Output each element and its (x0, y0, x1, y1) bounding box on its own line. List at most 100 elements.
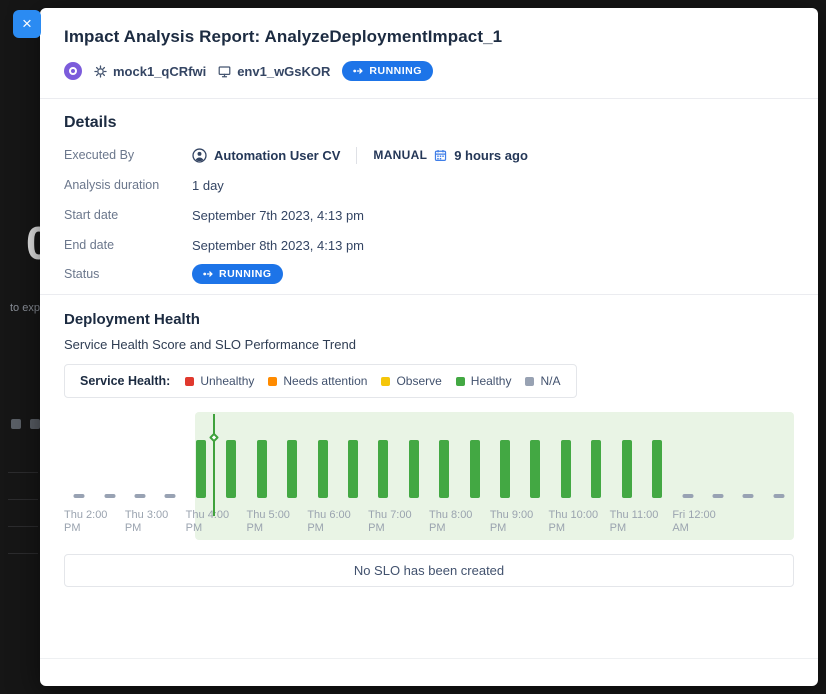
health-score-bar-healthy[interactable] (287, 440, 297, 498)
detail-row-end-date: End date September 8th 2023, 4:13 pm (64, 230, 794, 260)
health-score-bar-healthy[interactable] (257, 440, 267, 498)
detail-value: 1 day (192, 178, 224, 193)
legend-item: Healthy (456, 374, 512, 388)
legend-color-swatch (185, 377, 194, 386)
status-badge-label: RUNNING (219, 268, 272, 280)
legend-items: Unhealthy Needs attention Observe Healthy N/… (185, 374, 560, 388)
health-score-bar-healthy[interactable] (622, 440, 632, 498)
legend-color-swatch (381, 377, 390, 386)
running-status-icon (353, 67, 364, 75)
health-score-bar-healthy[interactable] (378, 440, 388, 498)
status-badge-label: RUNNING (369, 65, 422, 77)
x-tick-label: Thu 11:00 PM (610, 509, 659, 535)
detail-label: Status (64, 267, 192, 281)
legend-title: Service Health: (80, 374, 170, 388)
health-score-bar-healthy[interactable] (500, 440, 510, 498)
health-chart: Thu 2:00 PM Thu 3:00 PM Thu 4:00 PM Thu 5:0… (64, 412, 794, 540)
health-score-bar-healthy[interactable] (591, 440, 601, 498)
detail-row-status: Status RUNNING (64, 260, 794, 294)
detail-value: RUNNING (192, 264, 283, 284)
close-icon: × (22, 14, 32, 33)
health-score-bar-healthy[interactable] (318, 440, 328, 498)
health-score-bar-na[interactable] (682, 494, 693, 498)
x-tick-label: Fri 12:00 AM (672, 509, 715, 535)
modal-footer (40, 658, 818, 686)
detail-value: September 8th 2023, 4:13 pm (192, 238, 364, 253)
calendar-icon (434, 149, 447, 162)
modal-header: Impact Analysis Report: AnalyzeDeploymen… (40, 8, 818, 98)
legend-color-swatch (456, 377, 465, 386)
health-score-bar-na[interactable] (74, 494, 85, 498)
legend-item: Observe (381, 374, 441, 388)
health-score-bar-healthy[interactable] (652, 440, 662, 498)
legend-label: Observe (396, 374, 441, 388)
vertical-divider (356, 147, 357, 164)
details-section: Details Executed By Automation User CV M… (40, 99, 818, 294)
legend-item: Needs attention (268, 374, 367, 388)
health-score-bar-na[interactable] (743, 494, 754, 498)
environment-label: env1_wGsKOR (237, 64, 330, 79)
impact-analysis-modal: Impact Analysis Report: AnalyzeDeploymen… (40, 8, 818, 686)
report-avatar-icon (64, 62, 82, 80)
status-badge: RUNNING (192, 264, 283, 284)
report-meta-row: mock1_qCRfwi env1_wGsKOR RUNNING (64, 61, 794, 98)
health-score-bar-na[interactable] (773, 494, 784, 498)
health-score-bar-healthy[interactable] (196, 440, 206, 498)
environment-name: env1_wGsKOR (218, 64, 330, 79)
detail-label: Start date (64, 208, 192, 222)
legend-color-swatch (525, 377, 534, 386)
health-score-bar-healthy[interactable] (470, 440, 480, 498)
deployment-marker-line[interactable] (213, 414, 215, 516)
monitored-service-name: mock1_qCRfwi (94, 64, 206, 79)
health-score-bar-healthy[interactable] (561, 440, 571, 498)
detail-label: Analysis duration (64, 178, 192, 192)
background-partial-text: to exp (10, 302, 40, 314)
executed-by-user: Automation User CV (214, 148, 340, 163)
x-tick-label: Thu 3:00 PM (125, 509, 168, 535)
health-score-bar-healthy[interactable] (530, 440, 540, 498)
legend-label: Healthy (471, 374, 512, 388)
chart-subtitle: Service Health Score and SLO Performance… (64, 337, 794, 352)
background-table-rows (8, 446, 38, 554)
deployment-health-heading: Deployment Health (64, 311, 794, 328)
legend-label: N/A (540, 374, 560, 388)
health-score-bar-na[interactable] (712, 494, 723, 498)
legend-label: Needs attention (283, 374, 367, 388)
legend-color-swatch (268, 377, 277, 386)
legend-label: Unhealthy (200, 374, 254, 388)
x-tick-label: Thu 8:00 PM (429, 509, 472, 535)
detail-row-analysis-duration: Analysis duration 1 day (64, 170, 794, 200)
deployment-health-section: Deployment Health Service Health Score a… (40, 295, 818, 398)
x-tick-label: Thu 2:00 PM (64, 509, 107, 535)
status-badge: RUNNING (342, 61, 433, 81)
user-icon (192, 148, 207, 163)
service-health-legend: Service Health: Unhealthy Needs attention… (64, 364, 577, 398)
x-tick-label: Thu 6:00 PM (307, 509, 350, 535)
modal-title: Impact Analysis Report: AnalyzeDeploymen… (64, 27, 794, 47)
legend-item: Unhealthy (185, 374, 254, 388)
detail-value: Automation User CV MANUAL 9 hours ago (192, 147, 528, 164)
gear-icon (94, 65, 107, 78)
health-score-bar-healthy[interactable] (409, 440, 419, 498)
x-tick-label: Thu 4:00 PM (186, 509, 229, 535)
detail-row-executed-by: Executed By Automation User CV MANUAL 9 … (64, 140, 794, 170)
slo-empty-state: No SLO has been created (64, 554, 794, 587)
legend-item: N/A (525, 374, 560, 388)
x-tick-label: Thu 10:00 PM (549, 509, 599, 535)
environment-icon (218, 65, 231, 78)
health-score-bar-na[interactable] (135, 494, 146, 498)
x-tick-label: Thu 7:00 PM (368, 509, 411, 535)
detail-value: September 7th 2023, 4:13 pm (192, 208, 364, 223)
details-heading: Details (64, 114, 794, 132)
health-score-bar-na[interactable] (104, 494, 115, 498)
executed-time-ago: 9 hours ago (454, 148, 528, 163)
x-tick-label: Thu 5:00 PM (247, 509, 290, 535)
running-status-icon (203, 270, 214, 278)
health-score-bar-na[interactable] (165, 494, 176, 498)
health-score-bar-healthy[interactable] (348, 440, 358, 498)
health-score-bar-healthy[interactable] (439, 440, 449, 498)
health-score-bar-healthy[interactable] (226, 440, 236, 498)
close-button[interactable]: × (13, 10, 41, 38)
detail-label: Executed By (64, 148, 192, 162)
trigger-type: MANUAL (373, 148, 427, 162)
